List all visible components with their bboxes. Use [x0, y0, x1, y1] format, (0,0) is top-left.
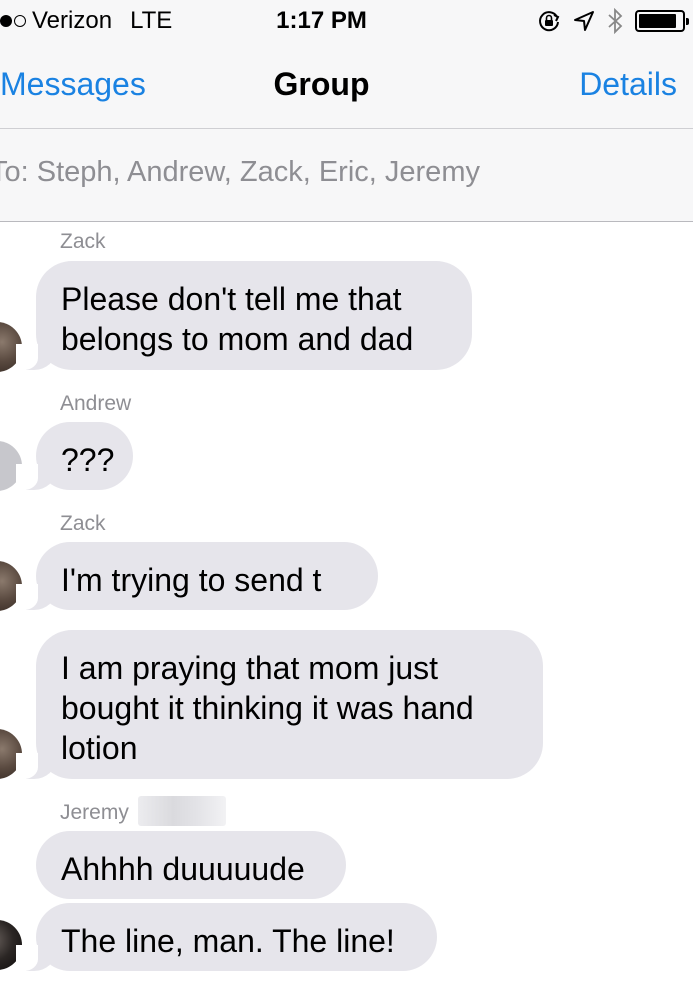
sender-name: Jeremy	[60, 801, 129, 824]
message-bubble[interactable]: I'm trying to send t	[16, 542, 378, 610]
redacted-name	[138, 796, 226, 826]
sender-name: Zack	[60, 512, 106, 535]
message-text: Ahhhh duuuuude	[61, 851, 305, 887]
message-bubble[interactable]: Please don't tell me that belongs to mom…	[16, 261, 472, 370]
details-button[interactable]: Details	[579, 66, 677, 103]
message-bubble[interactable]: Ahhhh duuuuude	[36, 831, 346, 899]
sender-name: Zack	[60, 230, 106, 253]
message-text: I'm trying to send t	[61, 562, 322, 598]
location-arrow-icon	[574, 11, 594, 31]
status-right	[537, 8, 689, 34]
message-text: ???	[61, 442, 115, 478]
recipients-list: To: Steph, Andrew, Zack, Eric, Jeremy	[0, 156, 480, 188]
bluetooth-icon	[608, 8, 623, 34]
message-text: Please don't tell me that belongs to mom…	[61, 281, 414, 357]
navigation-bar: Messages Group Details	[0, 42, 693, 129]
message-bubble[interactable]: The line, man. The line!	[16, 903, 437, 971]
message-text: The line, man. The line!	[61, 923, 395, 959]
conversation-title: Group	[273, 66, 370, 102]
battery-icon	[635, 10, 689, 32]
message-bubble[interactable]: ???	[16, 422, 133, 490]
message-bubble[interactable]: I am praying that mom just bought it thi…	[16, 630, 543, 779]
orientation-lock-icon	[539, 11, 560, 32]
status-bar: Verizon LTE 1:17 PM	[0, 0, 693, 42]
recipients-bar[interactable]: To: Steph, Andrew, Zack, Eric, Jeremy	[0, 129, 693, 222]
message-text: I am praying that mom just bought it thi…	[61, 650, 474, 766]
sender-name: Andrew	[60, 392, 132, 415]
